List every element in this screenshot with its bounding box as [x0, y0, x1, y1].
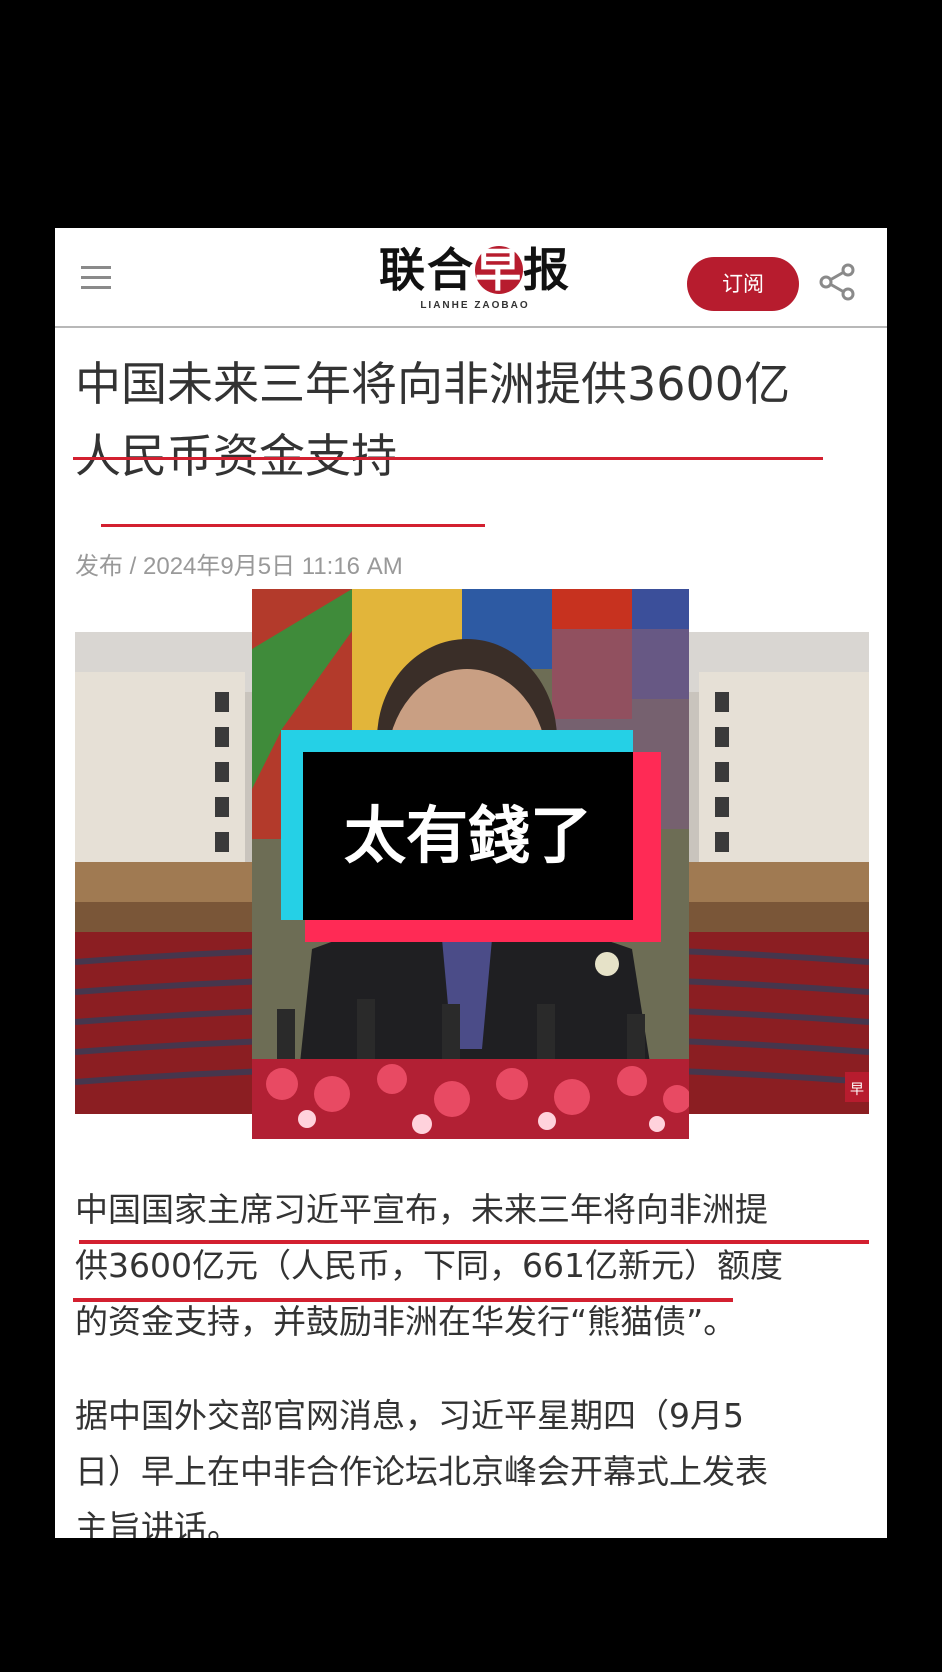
share-icon[interactable] [817, 262, 857, 302]
red-underline-para-2 [73, 1298, 733, 1302]
logo-wordmark: 联合早报 [379, 243, 571, 297]
site-header: 联合早报 LIANHE ZAOBAO 订阅 [55, 228, 887, 328]
site-logo[interactable]: 联合早报 LIANHE ZAOBAO [355, 244, 595, 314]
photo-watermark: 早 [850, 1082, 864, 1098]
paragraph-2-line-1: 据中国外交部官网消息，习近平星期四（9月5 [75, 1396, 744, 1435]
red-underline-title-1 [73, 457, 823, 460]
paragraph-2-line-2: 日）早上在中非合作论坛北京峰会开幕式上发表 [75, 1452, 768, 1491]
red-underline-title-2 [101, 524, 485, 527]
red-underline-para-1 [79, 1240, 869, 1244]
article-paragraph-2: 据中国外交部官网消息，习近平星期四（9月5 日）早上在中非合作论坛北京峰会开幕式… [75, 1388, 875, 1538]
hamburger-menu-icon[interactable] [81, 266, 111, 290]
title-line-2: 人民币资金支持 [75, 429, 397, 483]
paragraph-1-line-3: 的资金支持，并鼓励非洲在华发行“熊猫债”。 [75, 1302, 737, 1341]
paragraph-1-line-1: 中国国家主席习近平宣布，未来三年将向非洲提 [75, 1190, 768, 1229]
paragraph-2-line-3: 主旨讲话。 [75, 1508, 240, 1538]
logo-subtitle: LIANHE ZAOBAO [420, 300, 530, 311]
caption-sticker: 太有錢了 [281, 730, 661, 942]
publish-date: 发布 / 2024年9月5日 11:16 AM [75, 553, 403, 580]
paragraph-1-line-2: 供3600亿元（人民币，下同，661亿新元）额度 [75, 1246, 783, 1285]
screen: { "header": { "logo_text": "联合早报", "logo… [0, 0, 942, 1672]
subscribe-button[interactable]: 订阅 [687, 257, 799, 311]
caption-text: 太有錢了 [343, 799, 592, 872]
title-line-1: 中国未来三年将向非洲提供3600亿 [75, 357, 791, 411]
article-paragraph-1: 中国国家主席习近平宣布，未来三年将向非洲提 供3600亿元（人民币，下同，661… [75, 1182, 875, 1350]
article-title: 中国未来三年将向非洲提供3600亿 人民币资金支持 [75, 348, 865, 492]
